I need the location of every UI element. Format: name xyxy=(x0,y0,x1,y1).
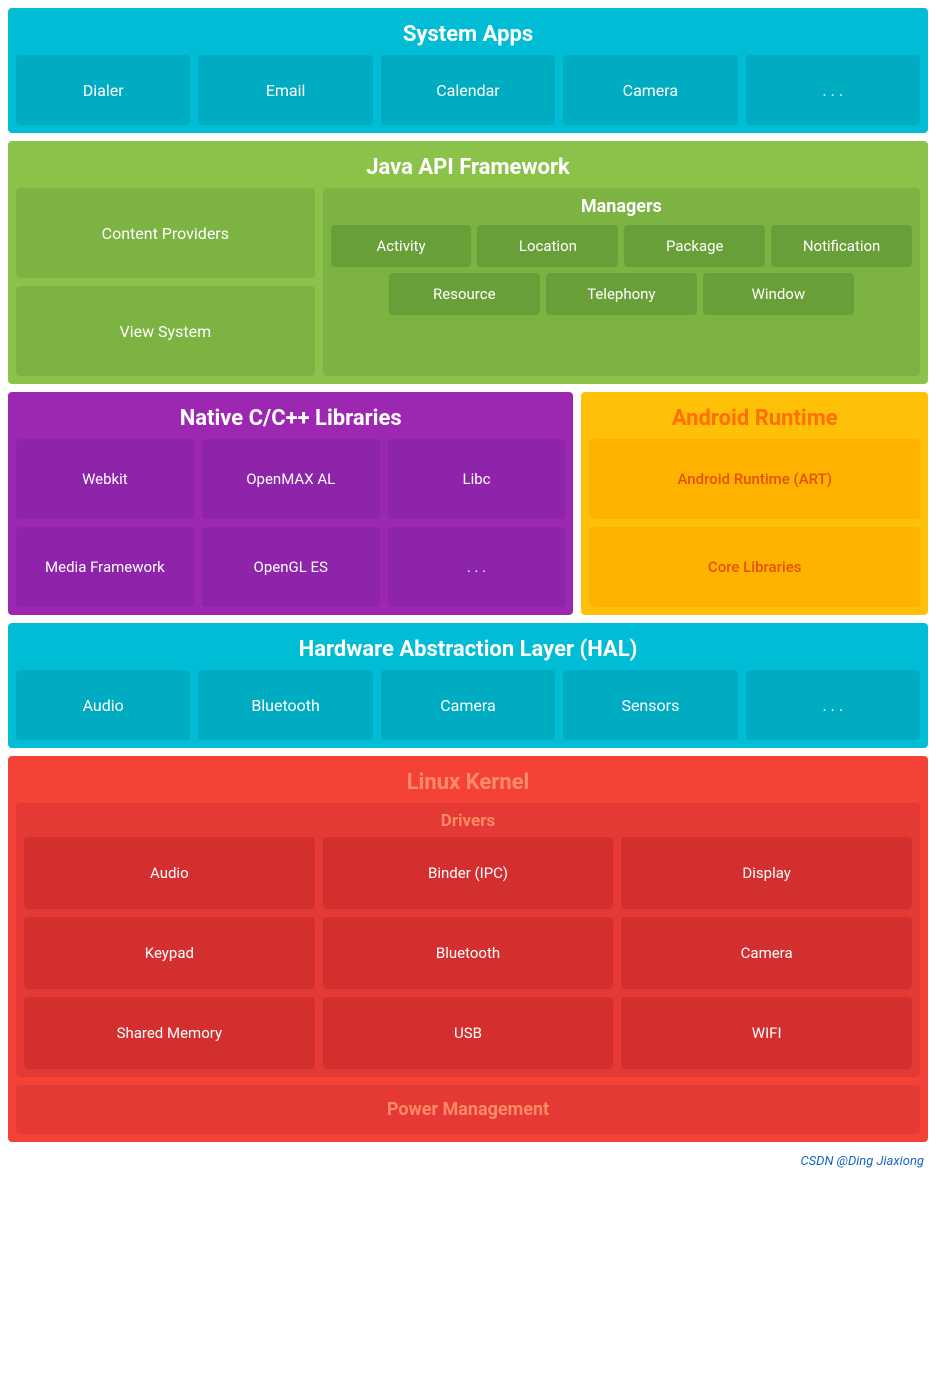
java-api-left: Content ProvidersView System xyxy=(16,188,315,376)
driver-cell: Camera xyxy=(621,917,912,989)
hal-cell: . . . xyxy=(746,670,920,740)
android-runtime-layer: Android Runtime Android Runtime (ART)Cor… xyxy=(581,392,928,615)
hal-cell: Audio xyxy=(16,670,190,740)
native-cell: OpenGL ES xyxy=(202,527,380,607)
native-cell: Media Framework xyxy=(16,527,194,607)
java-api-title: Java API Framework xyxy=(16,149,920,188)
native-libs-layer: Native C/C++ Libraries WebkitOpenMAX ALL… xyxy=(8,392,573,615)
system-apps-grid: DialerEmailCalendarCamera. . . xyxy=(16,55,920,125)
system-apps-cell: Dialer xyxy=(16,55,190,125)
driver-cell: Keypad xyxy=(24,917,315,989)
native-libs-title: Native C/C++ Libraries xyxy=(16,400,565,439)
java-api-left-cell: Content Providers xyxy=(16,188,315,278)
power-mgmt: Power Management xyxy=(16,1085,920,1134)
system-apps-cell: Calendar xyxy=(381,55,555,125)
system-apps-layer: System Apps DialerEmailCalendarCamera. .… xyxy=(8,8,928,133)
managers-row1: ActivityLocationPackageNotification xyxy=(331,225,912,267)
manager-cell: Telephony xyxy=(546,273,697,315)
hal-cell: Sensors xyxy=(563,670,737,740)
driver-cell: Binder (IPC) xyxy=(323,837,614,909)
drivers-title: Drivers xyxy=(24,811,912,837)
driver-cell: WIFI xyxy=(621,997,912,1069)
native-cell: OpenMAX AL xyxy=(202,439,380,519)
driver-cell: Display xyxy=(621,837,912,909)
native-cell: . . . xyxy=(388,527,566,607)
driver-cell: Shared Memory xyxy=(24,997,315,1069)
manager-cell: Location xyxy=(477,225,618,267)
manager-cell: Resource xyxy=(389,273,540,315)
managers-row2: ResourceTelephonyWindow xyxy=(389,273,854,315)
hal-grid: AudioBluetoothCameraSensors. . . xyxy=(16,670,920,740)
linux-kernel-layer: Linux Kernel Drivers AudioBinder (IPC)Di… xyxy=(8,756,928,1142)
manager-cell: Package xyxy=(624,225,765,267)
manager-cell: Activity xyxy=(331,225,472,267)
runtime-grid: Android Runtime (ART)Core Libraries xyxy=(589,439,920,607)
hal-cell: Bluetooth xyxy=(198,670,372,740)
drivers-section: Drivers AudioBinder (IPC)Display KeypadBl… xyxy=(16,803,920,1077)
java-api-left-cell: View System xyxy=(16,286,315,376)
java-api-right: Managers ActivityLocationPackageNotifica… xyxy=(323,188,920,376)
runtime-cell: Core Libraries xyxy=(589,527,920,607)
manager-cell: Notification xyxy=(771,225,912,267)
android-runtime-title: Android Runtime xyxy=(589,400,920,439)
managers-title: Managers xyxy=(331,196,912,225)
drivers-grid: AudioBinder (IPC)Display KeypadBluetoothC… xyxy=(24,837,912,1069)
system-apps-title: System Apps xyxy=(16,16,920,55)
java-api-inner: Content ProvidersView System Managers Ac… xyxy=(16,188,920,376)
native-cell: Libc xyxy=(388,439,566,519)
system-apps-cell: Camera xyxy=(563,55,737,125)
system-apps-cell: . . . xyxy=(746,55,920,125)
driver-cell: Bluetooth xyxy=(323,917,614,989)
watermark: CSDN @Ding Jiaxiong xyxy=(0,1150,936,1173)
driver-cell: Audio xyxy=(24,837,315,909)
native-libs-grid: WebkitOpenMAX ALLibc Media FrameworkOpenG… xyxy=(16,439,565,607)
driver-cell: USB xyxy=(323,997,614,1069)
hal-layer: Hardware Abstraction Layer (HAL) AudioBl… xyxy=(8,623,928,748)
java-api-layer: Java API Framework Content ProvidersView… xyxy=(8,141,928,384)
linux-kernel-title: Linux Kernel xyxy=(16,764,920,803)
hal-cell: Camera xyxy=(381,670,555,740)
system-apps-cell: Email xyxy=(198,55,372,125)
runtime-cell: Android Runtime (ART) xyxy=(589,439,920,519)
manager-cell: Window xyxy=(703,273,854,315)
native-cell: Webkit xyxy=(16,439,194,519)
middle-row: Native C/C++ Libraries WebkitOpenMAX ALL… xyxy=(8,392,928,615)
hal-title: Hardware Abstraction Layer (HAL) xyxy=(16,631,920,670)
